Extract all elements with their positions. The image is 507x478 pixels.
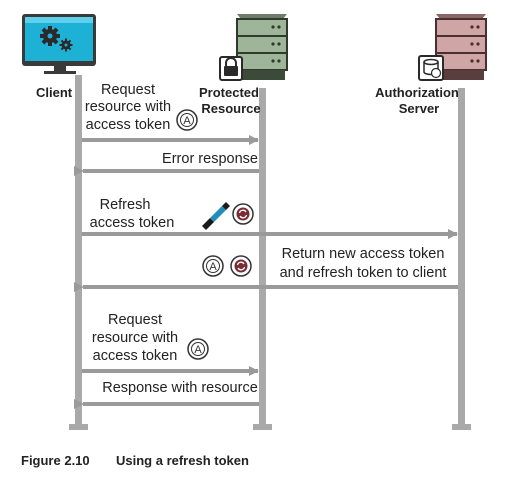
msg-return-tokens-line1: Return new access token (282, 246, 445, 262)
msg-request-resource-line3: access token (86, 117, 171, 133)
figure-caption: Using a refresh token (116, 453, 249, 468)
figure-number: Figure 2.10 (21, 453, 90, 468)
msg-refresh-line2: access token (90, 215, 175, 231)
protected-resource-lifeline (259, 88, 266, 427)
client-monitor-icon (22, 14, 96, 74)
msg-refresh-line1: Refresh (100, 197, 151, 213)
protected-resource-lifeline-base (253, 424, 272, 430)
svg-text:A: A (194, 344, 202, 356)
access-token-badge-2: A (187, 338, 209, 360)
authorization-server-lifeline-base (452, 424, 471, 430)
msg-request-resource-again-line3: access token (93, 348, 178, 364)
svg-text:A: A (209, 261, 217, 273)
authorization-server-label-2: Server (399, 101, 439, 116)
msg-return-tokens-line2: and refresh token to client (280, 265, 447, 281)
msg-error-response: Error response (162, 151, 258, 167)
client-label: Client (36, 85, 73, 100)
msg-request-resource-line1: Request (101, 82, 155, 98)
msg-request-resource-again-line2: resource with (92, 330, 178, 346)
client-lifeline-base (69, 424, 88, 430)
msg-response-with-resource: Response with resource (102, 380, 258, 396)
authorization-server-lifeline (458, 88, 465, 427)
msg-request-resource-again-line1: Request (108, 312, 162, 328)
refresh-token-badge (232, 203, 254, 225)
token-database-icon (418, 55, 444, 81)
protected-resource-label-2: Resource (201, 101, 260, 116)
protected-resource-label: Protected (199, 85, 259, 100)
authorization-server-icon (418, 14, 487, 81)
client-lifeline (75, 75, 82, 427)
protected-resource-server-icon (219, 14, 288, 81)
new-refresh-token-badge (230, 255, 252, 277)
sequence-diagram: Client Protected Resource Authorization … (21, 14, 487, 468)
msg-request-resource-line2: resource with (85, 99, 171, 115)
access-token-badge: A (176, 109, 198, 131)
new-access-token-badge: A (202, 255, 224, 277)
brush-icon (202, 202, 230, 230)
lock-icon (219, 56, 243, 81)
svg-text:A: A (183, 115, 191, 127)
authorization-server-label: Authorization (375, 85, 459, 100)
